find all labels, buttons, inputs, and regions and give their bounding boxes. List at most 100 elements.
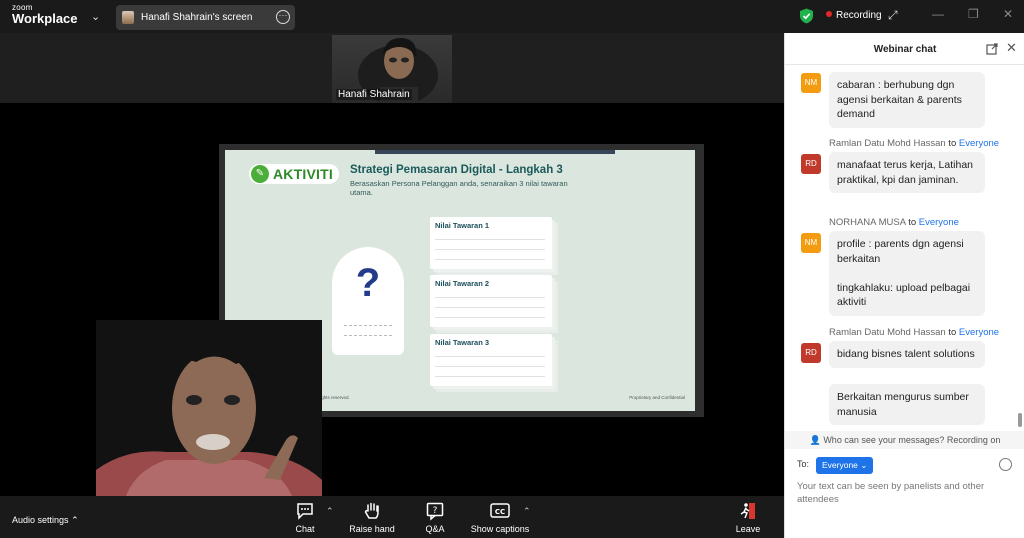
card-line (344, 335, 392, 336)
screen-share-pill[interactable]: Hanafi Shahrain's screen ··· (116, 5, 295, 30)
value-card-3: Nilai Tawaran 3 (430, 334, 552, 386)
card-line (435, 239, 545, 240)
audio-settings-button[interactable]: Audio settings ⌃ (12, 515, 79, 526)
chat-button[interactable]: Chat (290, 501, 320, 534)
slide-subtitle: Berasaskan Persona Pelanggan anda, senar… (350, 179, 568, 197)
chat-message-bubble[interactable]: profile : parents dgn agensi berkaitan t… (829, 231, 985, 316)
avatar: RD (801, 154, 821, 174)
value-card-title: Nilai Tawaran 1 (435, 221, 490, 230)
pencil-icon: ✎ (251, 165, 269, 183)
zoom-window: zoom Workplace ⌄ Hanafi Shahrain's scree… (0, 0, 1024, 538)
video-strip: Hanafi Shahrain (0, 33, 784, 103)
to-word: to (948, 327, 957, 338)
chat-scrollbar[interactable] (1018, 413, 1022, 427)
recipient-dropdown[interactable]: Everyone ⌄ (816, 457, 874, 474)
chat-options-caret-icon[interactable]: ⌃ (326, 506, 334, 517)
top-bar: zoom Workplace ⌄ Hanafi Shahrain's scree… (0, 0, 784, 33)
value-card-title: Nilai Tawaran 2 (435, 279, 490, 288)
pop-out-icon[interactable] (986, 43, 998, 55)
recipient-link[interactable]: Everyone (959, 138, 999, 149)
record-dot-icon (826, 11, 832, 17)
question-card: ? (332, 247, 404, 355)
message-sender-line: Ramlan Datu Mohd Hassan to Everyone (829, 138, 999, 149)
to-word: to (948, 138, 957, 149)
audio-settings-label: Audio settings (12, 515, 69, 525)
recording-indicator[interactable]: Recording (826, 10, 882, 21)
leave-label: Leave (735, 524, 761, 534)
presenter-video[interactable] (96, 320, 322, 496)
avatar: NM (801, 233, 821, 253)
raise-hand-button[interactable]: Raise hand (347, 501, 397, 534)
sender-name: Ramlan Datu Mohd Hassan (829, 138, 946, 149)
card-line (435, 307, 545, 308)
chat-label: Chat (295, 524, 315, 534)
zoom-logo: zoom Workplace (12, 4, 78, 26)
chat-message-bubble[interactable]: bidang bisnes talent solutions (829, 341, 985, 368)
sender-name: NORHANA MUSA (829, 217, 906, 228)
card-line (435, 249, 545, 250)
slide-title: Strategi Pemasaran Digital - Langkah 3 (350, 164, 563, 176)
participant-video-thumbnail[interactable]: Hanafi Shahrain (332, 35, 452, 103)
privacy-notice-text: Who can see your messages? Recording on (823, 435, 1001, 445)
question-mark-icon: ? (355, 261, 381, 305)
value-card-2: Nilai Tawaran 2 (430, 275, 552, 327)
more-options-icon[interactable]: ··· (276, 10, 290, 24)
card-line (435, 366, 545, 367)
leave-button[interactable]: Leave (733, 501, 763, 534)
restore-icon[interactable]: ❐ (968, 7, 979, 21)
minimize-icon[interactable]: — (932, 7, 944, 21)
participant-name: Hanafi Shahrain (336, 89, 412, 100)
chat-icon (290, 501, 320, 523)
logo-bottom-text: Workplace (12, 11, 78, 26)
value-card-title: Nilai Tawaran 3 (435, 338, 490, 347)
avatar: NM (801, 73, 821, 93)
captions-options-caret-icon[interactable]: ⌃ (523, 506, 531, 517)
avatar: RD (801, 343, 821, 363)
shield-check-icon[interactable] (799, 8, 814, 24)
close-chat-icon[interactable]: ✕ (1006, 40, 1017, 56)
sender-name: Ramlan Datu Mohd Hassan (829, 327, 946, 338)
chat-message-bubble[interactable]: Berkaitan mengurus sumber manusia (829, 384, 985, 425)
recipient-link[interactable]: Everyone (919, 217, 959, 228)
meeting-toolbar: Audio settings ⌃ Chat ⌃ Raise hand ? Q&A… (0, 496, 784, 538)
webinar-chat-panel: Webinar chat ✕ NM cabaran : berhubung dg… (784, 33, 1024, 538)
card-line (435, 317, 545, 318)
message-sender-line: NORHANA MUSA to Everyone (829, 217, 959, 228)
recipient-link[interactable]: Everyone (959, 327, 999, 338)
presenter-thumbnail (122, 11, 134, 24)
qa-icon: ? (421, 501, 449, 523)
top-right-bar: Recording ⤢ — ❐ ✕ (784, 0, 1024, 33)
chat-message-bubble[interactable]: manafaat terus kerja, Latihan praktikal,… (829, 152, 985, 193)
emoji-icon[interactable] (999, 458, 1012, 471)
hand-icon (347, 501, 397, 523)
meeting-stage: Hanafi Shahrain ✎ AKTIVITI Strategi Pema… (0, 33, 784, 496)
recording-label: Recording (836, 10, 882, 21)
raise-hand-label: Raise hand (349, 524, 395, 534)
svg-text:?: ? (433, 506, 438, 516)
expand-icon[interactable]: ⤢ (888, 8, 898, 23)
card-line (435, 356, 545, 357)
to-label: To: (797, 459, 810, 469)
show-captions-label: Show captions (470, 524, 530, 534)
svg-text:CC: CC (495, 508, 505, 516)
badge-text: AKTIVITI (273, 166, 333, 182)
close-window-icon[interactable]: ✕ (1003, 7, 1013, 21)
qa-label: Q&A (425, 524, 445, 534)
chat-header: Webinar chat ✕ (785, 33, 1024, 65)
recipient-value: Everyone (822, 460, 858, 470)
card-line (435, 259, 545, 260)
chevron-down-icon: ⌄ (860, 460, 868, 470)
chat-input[interactable]: Your text can be seen by panelists and o… (797, 481, 1002, 506)
card-line (435, 376, 545, 377)
slide-footer-right: Proprietary and Confidential (629, 395, 685, 400)
privacy-notice[interactable]: 👤 Who can see your messages? Recording o… (785, 431, 1024, 449)
card-line (435, 297, 545, 298)
to-word: to (908, 217, 917, 228)
chevron-down-icon[interactable]: ⌄ (91, 10, 100, 23)
chat-message-bubble[interactable]: cabaran : berhubung dgn agensi berkaitan… (829, 72, 985, 128)
chevron-up-icon: ⌃ (71, 515, 79, 525)
qa-button[interactable]: ? Q&A (421, 501, 449, 534)
activity-badge: ✎ AKTIVITI (249, 164, 339, 184)
presenter-figure (96, 320, 322, 496)
share-label: Hanafi Shahrain's screen (141, 12, 253, 23)
